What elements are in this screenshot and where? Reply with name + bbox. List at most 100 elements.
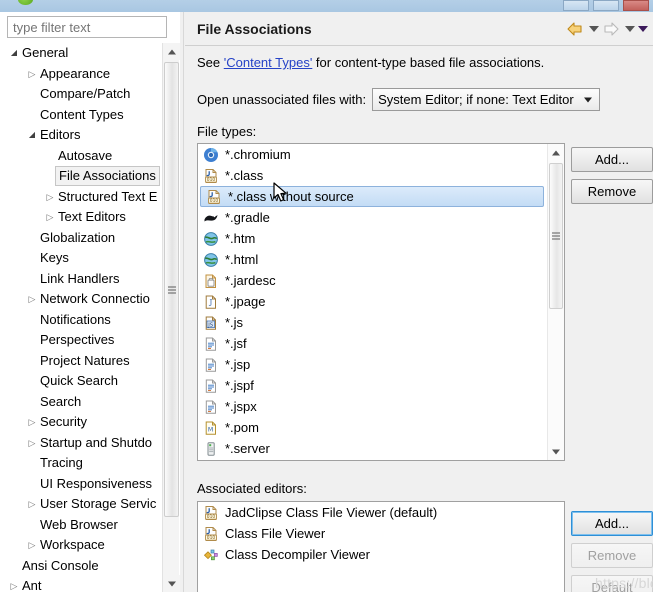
associated-editor-row[interactable]: 010 Class File Viewer (198, 523, 564, 544)
close-button[interactable] (623, 0, 649, 11)
sidebar-item-general[interactable]: ◢ General (0, 43, 162, 64)
associated-editors-list[interactable]: 010 JadClipse Class File Viewer (default)… (197, 501, 565, 592)
associated-editor-row[interactable]: 010 JadClipse Class File Viewer (default) (198, 502, 564, 523)
default-editor-button[interactable]: Default (571, 575, 653, 592)
sidebar-item-ui-responsiveness[interactable]: UI Responsiveness (0, 474, 162, 495)
minimize-button[interactable] (563, 0, 589, 11)
tree-expanded-arrow-icon[interactable]: ◢ (26, 125, 38, 146)
sidebar-item-user-storage-servic[interactable]: ▷ User Storage Servic (0, 494, 162, 515)
content-types-link[interactable]: 'Content Types' (224, 55, 313, 70)
sidebar-scroll-up-button[interactable] (163, 43, 180, 60)
page-navigation (566, 20, 648, 38)
remove-editor-button[interactable]: Remove (571, 543, 653, 568)
tree-expanded-arrow-icon[interactable]: ◢ (8, 43, 20, 64)
file-types-scroll-down-button[interactable] (548, 443, 564, 460)
tree-collapsed-arrow-icon[interactable]: ▷ (26, 494, 38, 515)
add-editor-button[interactable]: Add... (571, 511, 653, 536)
associated-editor-label: Class File Viewer (225, 526, 326, 541)
sidebar-item-appearance[interactable]: ▷ Appearance (0, 64, 162, 85)
sidebar-item-workspace[interactable]: ▷ Workspace (0, 535, 162, 556)
file-type-row[interactable]: M *.pom (198, 417, 547, 438)
sidebar-item-content-types[interactable]: Content Types (0, 105, 162, 126)
sidebar-item-editors[interactable]: ◢ Editors (0, 125, 162, 146)
tree-collapsed-arrow-icon[interactable]: ▷ (26, 412, 38, 433)
file-type-row[interactable]: *.html (198, 249, 547, 270)
file-types-scrollbar[interactable] (547, 144, 564, 460)
back-arrow-icon[interactable] (566, 20, 586, 38)
globe-icon (203, 231, 221, 247)
file-type-row[interactable]: *.gradle (198, 207, 547, 228)
file-type-row[interactable]: *.server (198, 438, 547, 459)
file-type-row[interactable]: J *.jpage (198, 291, 547, 312)
file-type-row[interactable]: *.jspf (198, 375, 547, 396)
tree-collapsed-arrow-icon[interactable]: ▷ (8, 576, 20, 592)
sidebar-item-network-connectio[interactable]: ▷ Network Connectio (0, 289, 162, 310)
svg-text:010: 010 (210, 198, 219, 204)
file-type-label: *.gradle (225, 210, 270, 225)
file-type-row[interactable]: *.htm (198, 228, 547, 249)
file-type-row[interactable]: 010 *.class (198, 165, 547, 186)
doc-icon (203, 378, 221, 394)
sidebar-item-globalization[interactable]: Globalization (0, 228, 162, 249)
file-types-scroll-thumb[interactable] (549, 163, 563, 309)
remove-file-type-button[interactable]: Remove (571, 179, 653, 204)
sidebar-item-notifications[interactable]: Notifications (0, 310, 162, 331)
file-type-row[interactable]: *.jspx (198, 396, 547, 417)
tree-collapsed-arrow-icon[interactable]: ▷ (26, 433, 38, 454)
file-types-list[interactable]: *.chromium 010 *.class 010 *.class without s… (197, 143, 565, 461)
eclipse-logo-icon (18, 0, 33, 5)
associated-editors-label: Associated editors: (197, 481, 307, 496)
file-type-label: *.jardesc (225, 273, 276, 288)
sidebar-scroll-thumb[interactable] (164, 62, 179, 517)
sidebar-item-label: Web Browser (40, 516, 118, 532)
sidebar-item-search[interactable]: Search (0, 392, 162, 413)
sidebar-item-security[interactable]: ▷ Security (0, 412, 162, 433)
tree-collapsed-arrow-icon[interactable]: ▷ (44, 187, 56, 208)
sidebar-item-web-browser[interactable]: Web Browser (0, 515, 162, 536)
sidebar-item-file-associations[interactable]: File Associations (0, 166, 162, 187)
sidebar-scrollbar[interactable] (162, 43, 180, 592)
file-type-label: *.class without source (228, 189, 354, 204)
sidebar-item-autosave[interactable]: Autosave (0, 146, 162, 167)
back-history-chevron-down-icon[interactable] (589, 26, 599, 32)
maximize-button[interactable] (593, 0, 619, 11)
window-titlebar (0, 0, 653, 12)
sidebar-scroll-down-button[interactable] (163, 575, 180, 592)
sidebar-item-text-editors[interactable]: ▷ Text Editors (0, 207, 162, 228)
associated-editor-row[interactable]: Class Decompiler Viewer (198, 544, 564, 565)
filter-input[interactable] (7, 16, 167, 38)
preference-tree[interactable]: ◢ General ▷ Appearance Compare/Patch Content … (0, 43, 162, 592)
sidebar-item-quick-search[interactable]: Quick Search (0, 371, 162, 392)
forward-history-chevron-down-icon[interactable] (625, 26, 635, 32)
sidebar-item-label: Security (40, 414, 87, 429)
sidebar-item-startup-and-shutdo[interactable]: ▷ Startup and Shutdo (0, 433, 162, 454)
sidebar-item-ant[interactable]: ▷ Ant (0, 576, 162, 592)
gradle-icon (203, 210, 221, 226)
file-type-row[interactable]: JS *.js (198, 312, 547, 333)
view-menu-chevron-down-icon[interactable] (638, 26, 648, 32)
sidebar-item-project-natures[interactable]: Project Natures (0, 351, 162, 372)
sidebar-item-compare-patch[interactable]: Compare/Patch (0, 84, 162, 105)
add-file-type-button[interactable]: Add... (571, 147, 653, 172)
tree-collapsed-arrow-icon[interactable]: ▷ (26, 289, 38, 310)
sidebar-item-perspectives[interactable]: Perspectives (0, 330, 162, 351)
file-type-row[interactable]: *.chromium (198, 144, 547, 165)
class-file-icon: 010 (203, 168, 221, 184)
sidebar-item-link-handlers[interactable]: Link Handlers (0, 269, 162, 290)
unassociated-files-dropdown[interactable]: System Editor; if none: Text Editor (372, 88, 601, 111)
file-type-row[interactable]: *.jardesc (198, 270, 547, 291)
sidebar-item-keys[interactable]: Keys (0, 248, 162, 269)
file-type-row[interactable]: *.jsp (198, 354, 547, 375)
tree-collapsed-arrow-icon[interactable]: ▷ (44, 207, 56, 228)
sidebar-item-ansi-console[interactable]: Ansi Console (0, 556, 162, 577)
jpage-icon: J (203, 294, 221, 310)
file-type-label: *.jsf (225, 336, 247, 351)
file-type-row[interactable]: *.jsf (198, 333, 547, 354)
tree-collapsed-arrow-icon[interactable]: ▷ (26, 535, 38, 556)
sidebar-item-label: File Associations (55, 166, 160, 186)
tree-collapsed-arrow-icon[interactable]: ▷ (26, 64, 38, 85)
file-type-row[interactable]: 010 *.class without source (200, 186, 544, 207)
file-types-scroll-up-button[interactable] (548, 144, 564, 161)
sidebar-item-tracing[interactable]: Tracing (0, 453, 162, 474)
sidebar-item-structured-text-e[interactable]: ▷ Structured Text E (0, 187, 162, 208)
